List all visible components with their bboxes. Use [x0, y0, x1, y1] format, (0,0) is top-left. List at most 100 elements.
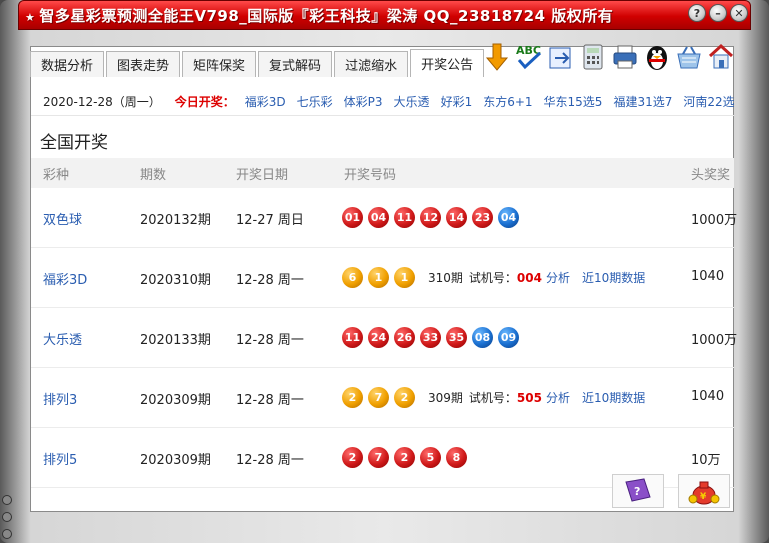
help-button[interactable]: ? — [688, 4, 706, 22]
blue-ball: 04 — [498, 207, 519, 228]
lottery-name-link[interactable]: 排列3 — [43, 389, 77, 408]
today-lottery-link[interactable]: 华东15选5 — [544, 93, 603, 110]
tab-matrix[interactable]: 矩阵保奖 — [182, 51, 257, 77]
red-ball: 14 — [446, 207, 467, 228]
jackpot-amount: 1040 — [691, 389, 725, 404]
red-ball: 23 — [472, 207, 493, 228]
red-ball: 35 — [446, 327, 467, 348]
svg-text:?: ? — [634, 485, 640, 498]
digit-ball: 7 — [368, 387, 389, 408]
minimize-button[interactable]: – — [709, 4, 727, 22]
trial-label: 试机号： — [468, 271, 517, 285]
table-row[interactable]: 大乐透 2020133期 12-28 周一 11 24 26 33 35 08 09 1000万 — [31, 308, 738, 368]
red-ball: 24 — [368, 327, 389, 348]
red-ball: 2 — [394, 447, 415, 468]
penguin-icon[interactable] — [642, 40, 671, 74]
red-ball: 12 — [420, 207, 441, 228]
table-row[interactable]: 排列3 2020309期 12-28 周一 2 7 2 309期 试机号：505 分析 近10期数… — [31, 368, 734, 428]
digit-ball: 1 — [394, 267, 415, 288]
window-title: ★ 智多星彩票预测全能王V798_国际版『彩王科技』梁涛 QQ_23818724 … — [25, 6, 614, 25]
today-lottery-link[interactable]: 福彩3D — [245, 93, 286, 110]
window-bolt — [2, 529, 12, 539]
draw-date: 12-28 周一 — [236, 273, 304, 288]
star-icon: ★ — [25, 10, 36, 24]
digit-ball: 1 — [368, 267, 389, 288]
winning-numbers: 11 24 26 33 35 08 09 — [342, 327, 519, 348]
trial-period: 309期 — [428, 391, 463, 405]
red-ball: 11 — [342, 327, 363, 348]
draw-date: 12-27 周日 — [236, 213, 304, 228]
export-icon[interactable] — [546, 40, 575, 74]
lottery-name-link[interactable]: 福彩3D — [43, 269, 87, 288]
winning-numbers: 01 04 11 12 14 23 04 — [342, 207, 519, 228]
red-ball: 11 — [394, 207, 415, 228]
blue-ball: 08 — [472, 327, 493, 348]
jackpot-amount: 1040 — [691, 269, 725, 284]
digit-ball: 2 — [342, 387, 363, 408]
trial-info: 310期 试机号：004 分析 近10期数据 — [428, 269, 645, 286]
money-bag-icon[interactable]: ¥ — [678, 474, 730, 508]
tab-chart-trend[interactable]: 图表走势 — [106, 51, 181, 77]
tab-filter[interactable]: 过滤缩水 — [334, 51, 409, 77]
issue-number: 2020310期 — [140, 273, 211, 288]
lottery-name-link[interactable]: 双色球 — [43, 209, 82, 228]
tab-data-analysis[interactable]: 数据分析 — [30, 51, 105, 77]
help-book-icon[interactable]: ? — [612, 474, 664, 508]
red-ball: 33 — [420, 327, 441, 348]
lottery-name-link[interactable]: 大乐透 — [43, 329, 82, 348]
today-draw-label: 今日开奖： — [174, 95, 235, 109]
tab-draw-notice[interactable]: 开奖公告 — [410, 49, 485, 77]
down-arrow-icon[interactable] — [482, 40, 511, 74]
red-ball: 2 — [342, 447, 363, 468]
header-date: 开奖日期 — [236, 167, 289, 183]
table-header: 彩种 期数 开奖日期 开奖号码 头奖奖 — [31, 158, 734, 188]
basket-icon[interactable] — [674, 40, 703, 74]
history-link[interactable]: 近10期数据 — [582, 271, 645, 285]
today-lottery-link[interactable]: 体彩P3 — [344, 93, 383, 110]
history-link[interactable]: 近10期数据 — [582, 391, 645, 405]
red-ball: 04 — [368, 207, 389, 228]
analysis-link[interactable]: 分析 — [546, 271, 570, 285]
jackpot-amount: 1000万 — [691, 213, 738, 228]
trial-number: 505 — [516, 391, 542, 405]
today-lottery-link[interactable]: 好彩1 — [441, 93, 473, 110]
trial-label: 试机号： — [468, 391, 517, 405]
title-bar[interactable]: ★ 智多星彩票预测全能王V798_国际版『彩王科技』梁涛 QQ_23818724 … — [18, 0, 751, 30]
today-lottery-link[interactable]: 大乐透 — [394, 93, 430, 110]
today-lottery-link[interactable]: 福建31选7 — [613, 93, 672, 110]
draw-date: 12-28 周一 — [236, 393, 304, 408]
jackpot-amount: 10万 — [691, 453, 721, 468]
issue-number: 2020132期 — [140, 213, 211, 228]
red-ball: 01 — [342, 207, 363, 228]
table-row[interactable]: 双色球 2020132期 12-27 周日 01 04 11 12 14 23 04 1000万 — [31, 188, 738, 248]
jackpot-amount: 1000万 — [691, 333, 738, 348]
analysis-link[interactable]: 分析 — [546, 391, 570, 405]
today-lottery-link[interactable]: 东方6+1 — [483, 93, 532, 110]
draw-date: 12-28 周一 — [236, 453, 304, 468]
today-lottery-link[interactable]: 河南22选5 — [683, 93, 734, 110]
trial-info: 309期 试机号：505 分析 近10期数据 — [428, 389, 645, 406]
red-ball: 5 — [420, 447, 441, 468]
home-icon[interactable] — [706, 40, 735, 74]
window-controls: ? – ✕ — [688, 4, 748, 22]
header-lottery: 彩种 — [43, 167, 70, 183]
winning-numbers: 2 7 2 309期 试机号：505 分析 近10期数据 — [342, 387, 645, 408]
lottery-name-link[interactable]: 排列5 — [43, 449, 77, 468]
draw-date: 12-28 周一 — [236, 333, 304, 348]
current-date: 2020-12-28（周一） — [43, 95, 161, 109]
calculator-icon[interactable] — [578, 40, 607, 74]
toolbar: ABC — [482, 40, 735, 74]
table-row[interactable]: 福彩3D 2020310期 12-28 周一 6 1 1 310期 试机号：004 分析 近10期… — [31, 248, 734, 308]
section-title: 全国开奖 — [40, 133, 108, 153]
today-lottery-link[interactable]: 七乐彩 — [297, 93, 333, 110]
window-bolt — [2, 495, 12, 505]
trial-period: 310期 — [428, 271, 463, 285]
close-button[interactable]: ✕ — [730, 4, 748, 22]
abc-check-icon[interactable]: ABC — [514, 40, 543, 74]
digit-ball: 2 — [394, 387, 415, 408]
tab-decode[interactable]: 复式解码 — [258, 51, 333, 77]
digit-ball: 6 — [342, 267, 363, 288]
header-issue: 期数 — [140, 167, 167, 183]
winning-numbers: 6 1 1 310期 试机号：004 分析 近10期数据 — [342, 267, 645, 288]
printer-icon[interactable] — [610, 40, 639, 74]
